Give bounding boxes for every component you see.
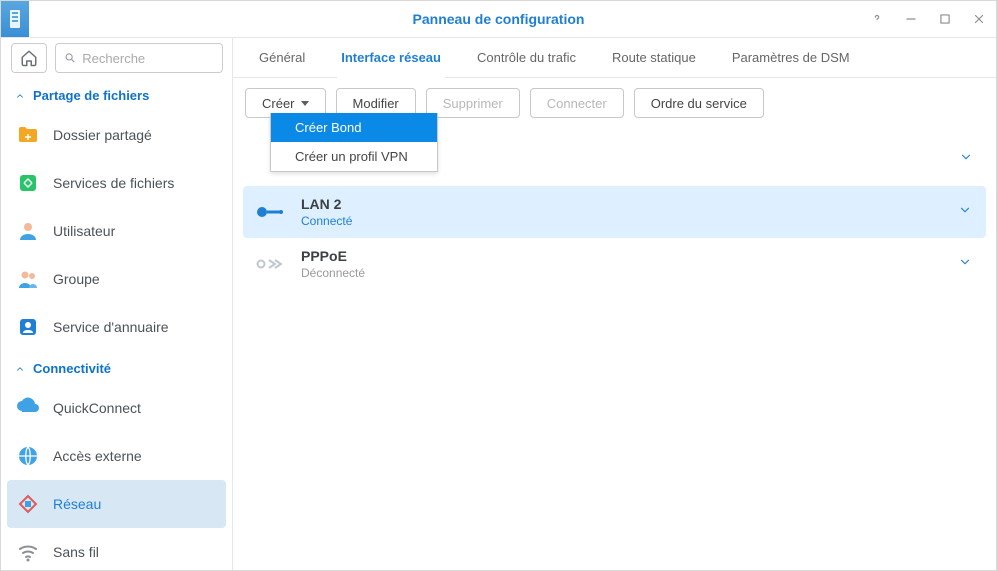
quickconnect-icon xyxy=(15,395,41,421)
interface-row-lan2[interactable]: LAN 2 Connecté xyxy=(243,186,986,238)
home-button[interactable] xyxy=(11,43,47,73)
sidebar-item-label: QuickConnect xyxy=(53,400,141,416)
window-titlebar: Panneau de configuration xyxy=(1,1,996,38)
sidebar: Partage de fichiers Dossier partagé Serv… xyxy=(1,38,233,570)
menu-item-create-vpn[interactable]: Créer un profil VPN xyxy=(271,142,437,171)
service-order-button[interactable]: Ordre du service xyxy=(634,88,764,118)
sidebar-item-external-access[interactable]: Accès externe xyxy=(1,432,232,480)
tab-label: Paramètres de DSM xyxy=(732,50,850,65)
sidebar-item-network[interactable]: Réseau xyxy=(7,480,226,528)
sidebar-item-label: Accès externe xyxy=(53,448,142,464)
minimize-icon[interactable] xyxy=(902,10,920,28)
home-icon xyxy=(20,49,38,67)
tab-label: Contrôle du trafic xyxy=(477,50,576,65)
pppoe-icon xyxy=(253,254,285,274)
button-label: Créer xyxy=(262,96,295,111)
shared-folder-icon xyxy=(15,122,41,148)
section-label: Partage de fichiers xyxy=(33,88,149,103)
tab-general[interactable]: Général xyxy=(241,38,323,77)
network-icon xyxy=(15,491,41,517)
sidebar-item-label: Services de fichiers xyxy=(53,175,174,191)
sidebar-section-sharing[interactable]: Partage de fichiers xyxy=(1,78,232,111)
search-input-wrapper[interactable] xyxy=(55,43,223,73)
sidebar-item-directory[interactable]: Service d'annuaire xyxy=(1,303,232,351)
search-input[interactable] xyxy=(82,51,214,66)
tab-traffic-control[interactable]: Contrôle du trafic xyxy=(459,38,594,77)
external-access-icon xyxy=(15,443,41,469)
close-icon[interactable] xyxy=(970,10,988,28)
directory-icon xyxy=(15,314,41,340)
help-icon[interactable] xyxy=(868,10,886,28)
maximize-icon[interactable] xyxy=(936,10,954,28)
tab-bar: Général Interface réseau Contrôle du tra… xyxy=(233,38,996,78)
group-icon xyxy=(15,266,41,292)
sidebar-item-shared-folder[interactable]: Dossier partagé xyxy=(1,111,232,159)
chevron-up-icon xyxy=(15,364,25,374)
chevron-up-icon xyxy=(15,91,25,101)
tab-label: Route statique xyxy=(612,50,696,65)
tab-network-interface[interactable]: Interface réseau xyxy=(323,38,459,77)
sidebar-item-label: Dossier partagé xyxy=(53,127,152,143)
tab-label: Général xyxy=(259,50,305,65)
interface-name: PPPoE xyxy=(301,248,365,264)
button-label: Modifier xyxy=(353,96,399,111)
search-icon xyxy=(64,51,76,65)
sidebar-item-label: Service d'annuaire xyxy=(53,319,169,335)
button-label: Ordre du service xyxy=(651,96,747,111)
tab-static-route[interactable]: Route statique xyxy=(594,38,714,77)
lan-connected-icon xyxy=(253,202,285,222)
file-services-icon xyxy=(15,170,41,196)
sidebar-item-label: Utilisateur xyxy=(53,223,115,239)
chevron-down-icon[interactable] xyxy=(958,203,972,222)
interface-status: Déconnecté xyxy=(301,266,365,280)
button-label: Supprimer xyxy=(443,96,503,111)
delete-button[interactable]: Supprimer xyxy=(426,88,520,118)
sidebar-section-connectivity[interactable]: Connectivité xyxy=(1,351,232,384)
interface-name: LAN 2 xyxy=(301,196,352,212)
sidebar-item-group[interactable]: Groupe xyxy=(1,255,232,303)
tab-label: Interface réseau xyxy=(341,50,441,65)
chevron-down-icon[interactable] xyxy=(959,150,973,169)
window-title: Panneau de configuration xyxy=(1,11,996,27)
user-icon xyxy=(15,218,41,244)
connect-button[interactable]: Connecter xyxy=(530,88,624,118)
button-label: Connecter xyxy=(547,96,607,111)
menu-item-create-bond[interactable]: Créer Bond xyxy=(271,113,437,142)
tab-dsm-settings[interactable]: Paramètres de DSM xyxy=(714,38,868,77)
chevron-down-icon[interactable] xyxy=(958,255,972,274)
wireless-icon xyxy=(15,539,41,565)
menu-item-label: Créer un profil VPN xyxy=(295,149,408,164)
section-label: Connectivité xyxy=(33,361,111,376)
interface-row-pppoe[interactable]: PPPoE Déconnecté xyxy=(243,238,986,290)
sidebar-item-label: Groupe xyxy=(53,271,100,287)
sidebar-item-wireless[interactable]: Sans fil xyxy=(1,528,232,570)
menu-item-label: Créer Bond xyxy=(295,120,361,135)
caret-down-icon xyxy=(301,101,309,106)
create-dropdown: Créer Bond Créer un profil VPN xyxy=(270,113,438,172)
interface-status: Connecté xyxy=(301,214,352,228)
control-panel-icon xyxy=(1,1,29,37)
sidebar-item-label: Sans fil xyxy=(53,544,99,560)
sidebar-item-user[interactable]: Utilisateur xyxy=(1,207,232,255)
sidebar-item-quickconnect[interactable]: QuickConnect xyxy=(1,384,232,432)
sidebar-item-file-services[interactable]: Services de fichiers xyxy=(1,159,232,207)
sidebar-item-label: Réseau xyxy=(53,496,101,512)
